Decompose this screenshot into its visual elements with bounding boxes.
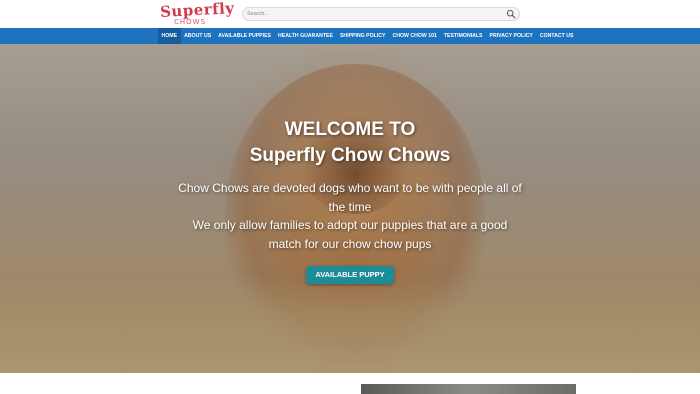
hero-banner: WELCOME TO Superfly Chow Chows Chow Chow… xyxy=(0,44,700,373)
nav-item-about-us[interactable]: About Us xyxy=(181,28,215,44)
nav-item-contact-us[interactable]: Contact Us xyxy=(536,28,577,44)
search-bar xyxy=(242,7,520,21)
hero-title-line1: WELCOME TO xyxy=(284,119,416,140)
nav-item-home[interactable]: Home xyxy=(158,28,181,44)
content-section xyxy=(0,373,700,394)
nav-item-health-guarantee[interactable]: Health Guarantee xyxy=(275,28,337,44)
site-logo[interactable]: Superfly CHOWS xyxy=(160,0,235,27)
hero-text-line1: Chow Chows are devoted dogs who want to … xyxy=(178,181,522,214)
search-input[interactable] xyxy=(247,8,497,20)
site-header: Superfly CHOWS xyxy=(0,0,700,28)
hero-text-line2: We only allow families to adopt our pupp… xyxy=(192,218,508,251)
hero-title: WELCOME TO Superfly Chow Chows xyxy=(0,117,700,169)
nav-item-testimonials[interactable]: Testimonials xyxy=(440,28,486,44)
section-image xyxy=(361,384,576,394)
hero-description: Chow Chows are devoted dogs who want to … xyxy=(175,179,525,253)
logo-text: Superfly xyxy=(159,0,235,21)
nav-item-privacy-policy[interactable]: Privacy Policy xyxy=(486,28,536,44)
hero-title-line2: Superfly Chow Chows xyxy=(249,145,451,166)
main-nav: Home About Us Available Puppies Health G… xyxy=(0,28,700,44)
nav-items: Home About Us Available Puppies Health G… xyxy=(158,28,577,44)
nav-item-shipping-policy[interactable]: Shipping Policy xyxy=(336,28,389,44)
nav-item-chow-chow-101[interactable]: Chow Chow 101 xyxy=(389,28,440,44)
logo-subtext: CHOWS xyxy=(174,18,207,26)
nav-item-available-puppies[interactable]: Available Puppies xyxy=(215,28,275,44)
available-puppy-button[interactable]: Available Puppy xyxy=(306,266,394,284)
search-icon[interactable] xyxy=(506,9,516,19)
